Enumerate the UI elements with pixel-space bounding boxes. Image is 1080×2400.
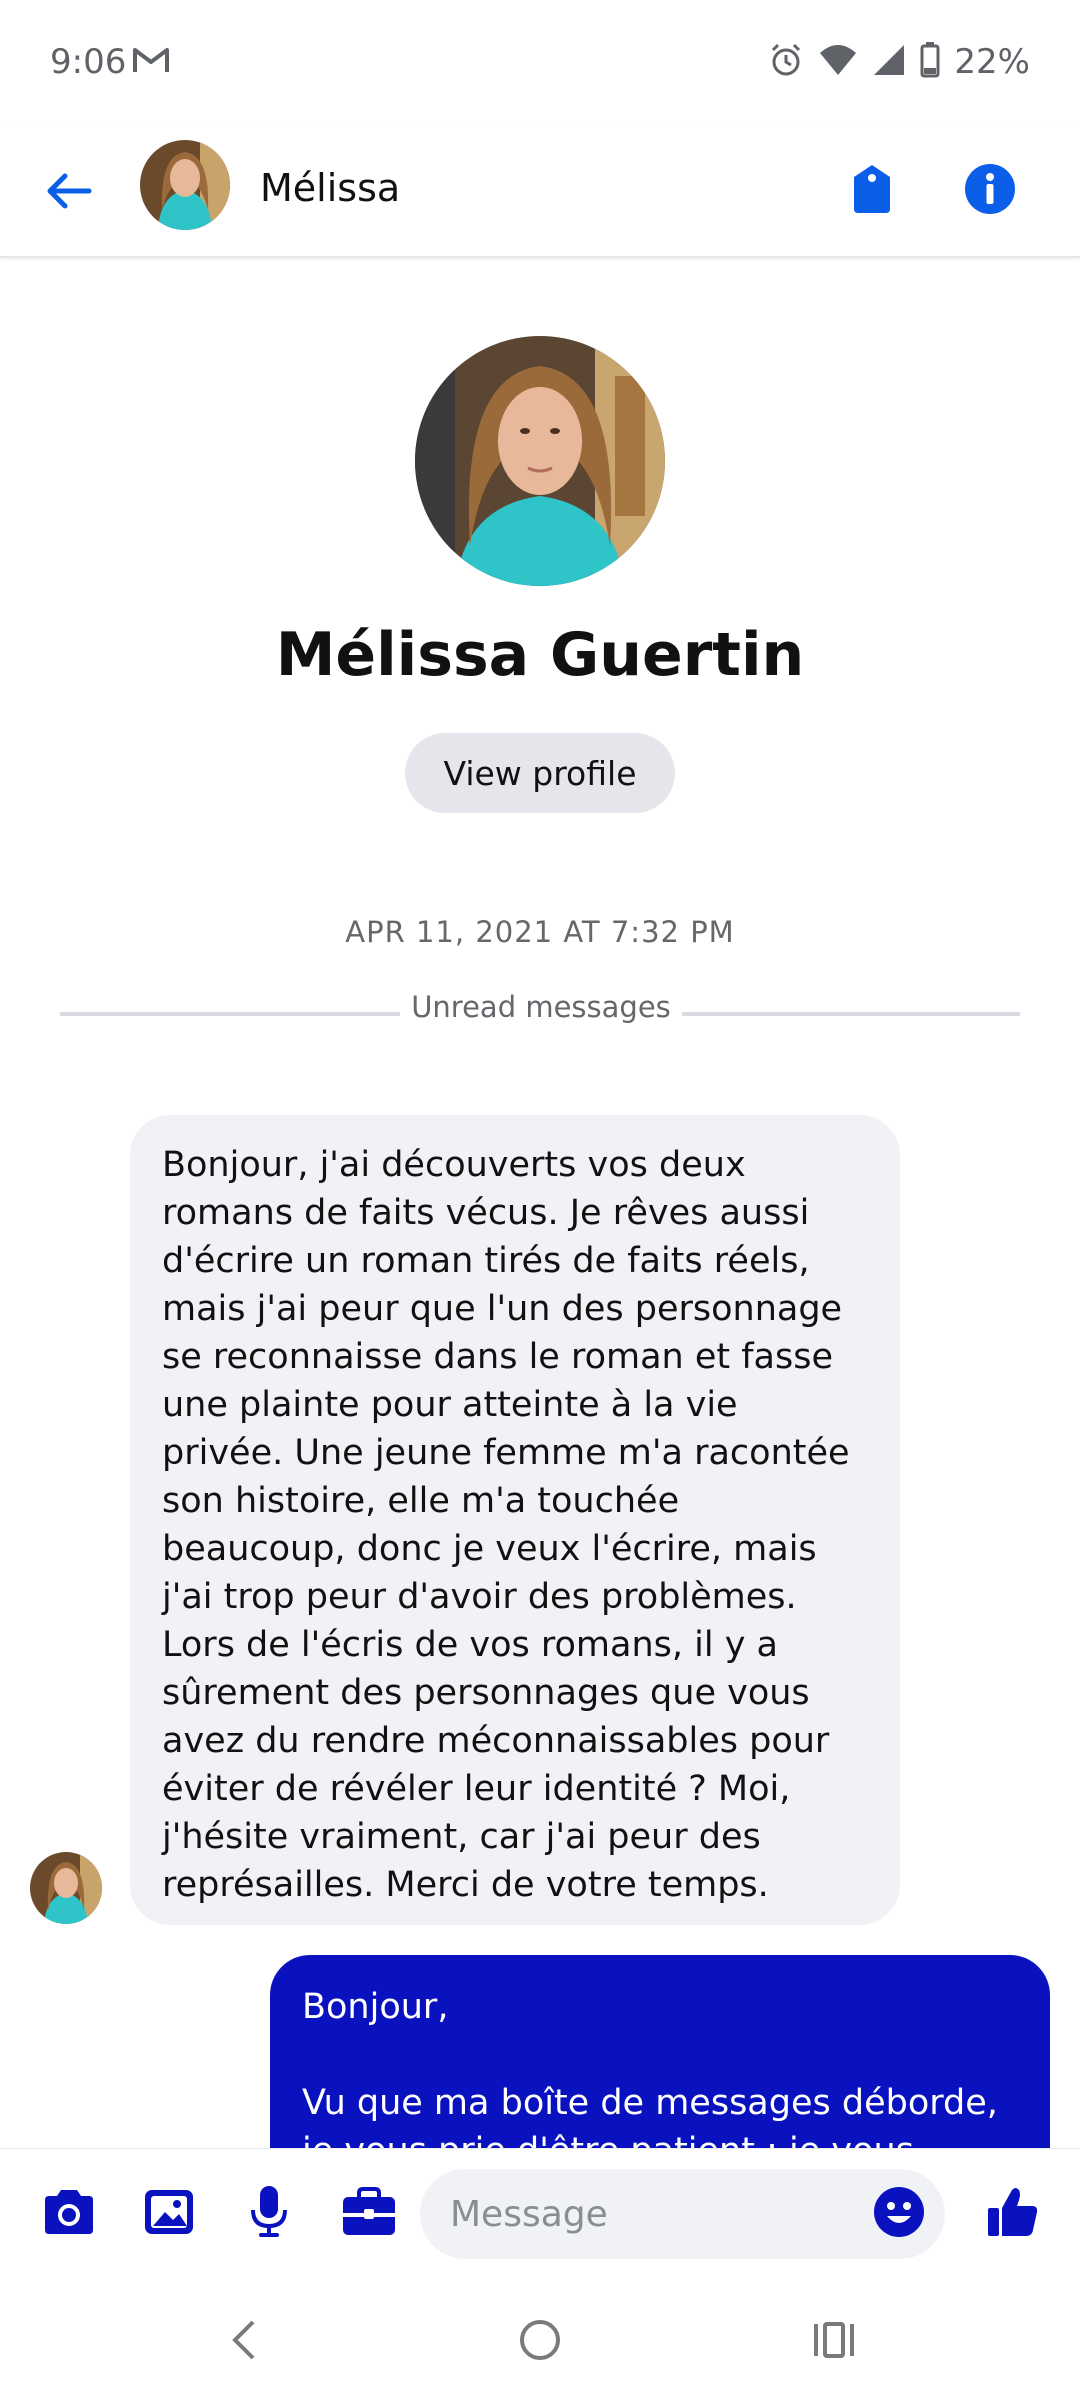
sender-avatar[interactable]	[30, 1852, 102, 1924]
nav-recents-icon	[812, 2320, 856, 2364]
message-input-wrapper	[420, 2169, 945, 2259]
signal-icon	[872, 43, 906, 81]
nav-home-button[interactable]	[500, 2304, 580, 2380]
gmail-icon	[132, 46, 170, 74]
briefcase-icon	[341, 2187, 397, 2241]
camera-icon	[41, 2188, 97, 2240]
message-input[interactable]	[450, 2169, 850, 2259]
status-bar: 9:06 22%	[0, 0, 1080, 126]
alarm-icon	[768, 42, 804, 82]
system-nav-bar	[0, 2280, 1080, 2400]
camera-button[interactable]	[36, 2181, 102, 2247]
outgoing-message-text: Bonjour, Vu que ma boîte de messages déb…	[302, 1987, 998, 2155]
voice-button[interactable]	[236, 2181, 302, 2247]
nav-back-button[interactable]	[204, 2304, 284, 2380]
outgoing-message-bubble[interactable]: Bonjour, Vu que ma boîte de messages déb…	[270, 1955, 1050, 2155]
tag-button[interactable]	[842, 158, 902, 224]
emoji-icon	[873, 2186, 925, 2242]
status-icons: 22%	[768, 40, 1030, 84]
unread-divider-right	[682, 1012, 1020, 1016]
emoji-button[interactable]	[870, 2185, 928, 2243]
nav-home-icon	[518, 2318, 562, 2366]
view-profile-button[interactable]: View profile	[405, 733, 675, 813]
briefcase-button[interactable]	[336, 2181, 402, 2247]
message-timestamp: APR 11, 2021 AT 7:32 PM	[345, 915, 735, 949]
microphone-icon	[249, 2184, 289, 2244]
image-icon	[143, 2188, 195, 2240]
header-avatar[interactable]	[140, 140, 230, 230]
wifi-icon	[818, 43, 858, 81]
nav-recents-button[interactable]	[794, 2304, 874, 2380]
unread-messages-label: Unread messages	[411, 990, 671, 1024]
battery-percent: 22%	[954, 42, 1030, 82]
header-contact-name[interactable]: Mélissa	[260, 166, 400, 210]
info-icon	[964, 163, 1016, 219]
info-button[interactable]	[960, 158, 1020, 224]
thumbs-up-icon	[986, 2186, 1040, 2242]
message-composer	[0, 2148, 1080, 2280]
tag-icon	[850, 163, 894, 219]
profile-avatar	[415, 336, 665, 586]
status-time: 9:06	[50, 42, 127, 82]
battery-icon	[920, 42, 940, 82]
profile-full-name: Mélissa Guertin	[275, 620, 805, 690]
back-button[interactable]	[36, 160, 102, 226]
gallery-button[interactable]	[136, 2181, 202, 2247]
conversation-header: Mélissa	[0, 126, 1080, 258]
like-button[interactable]	[980, 2181, 1046, 2247]
unread-divider-left	[60, 1012, 400, 1016]
back-arrow-icon	[45, 171, 93, 215]
incoming-message-text: Bonjour, j'ai découverts vos deux romans…	[162, 1145, 861, 1905]
incoming-message-bubble[interactable]: Bonjour, j'ai découverts vos deux romans…	[130, 1115, 900, 1925]
nav-back-icon	[229, 2318, 259, 2366]
